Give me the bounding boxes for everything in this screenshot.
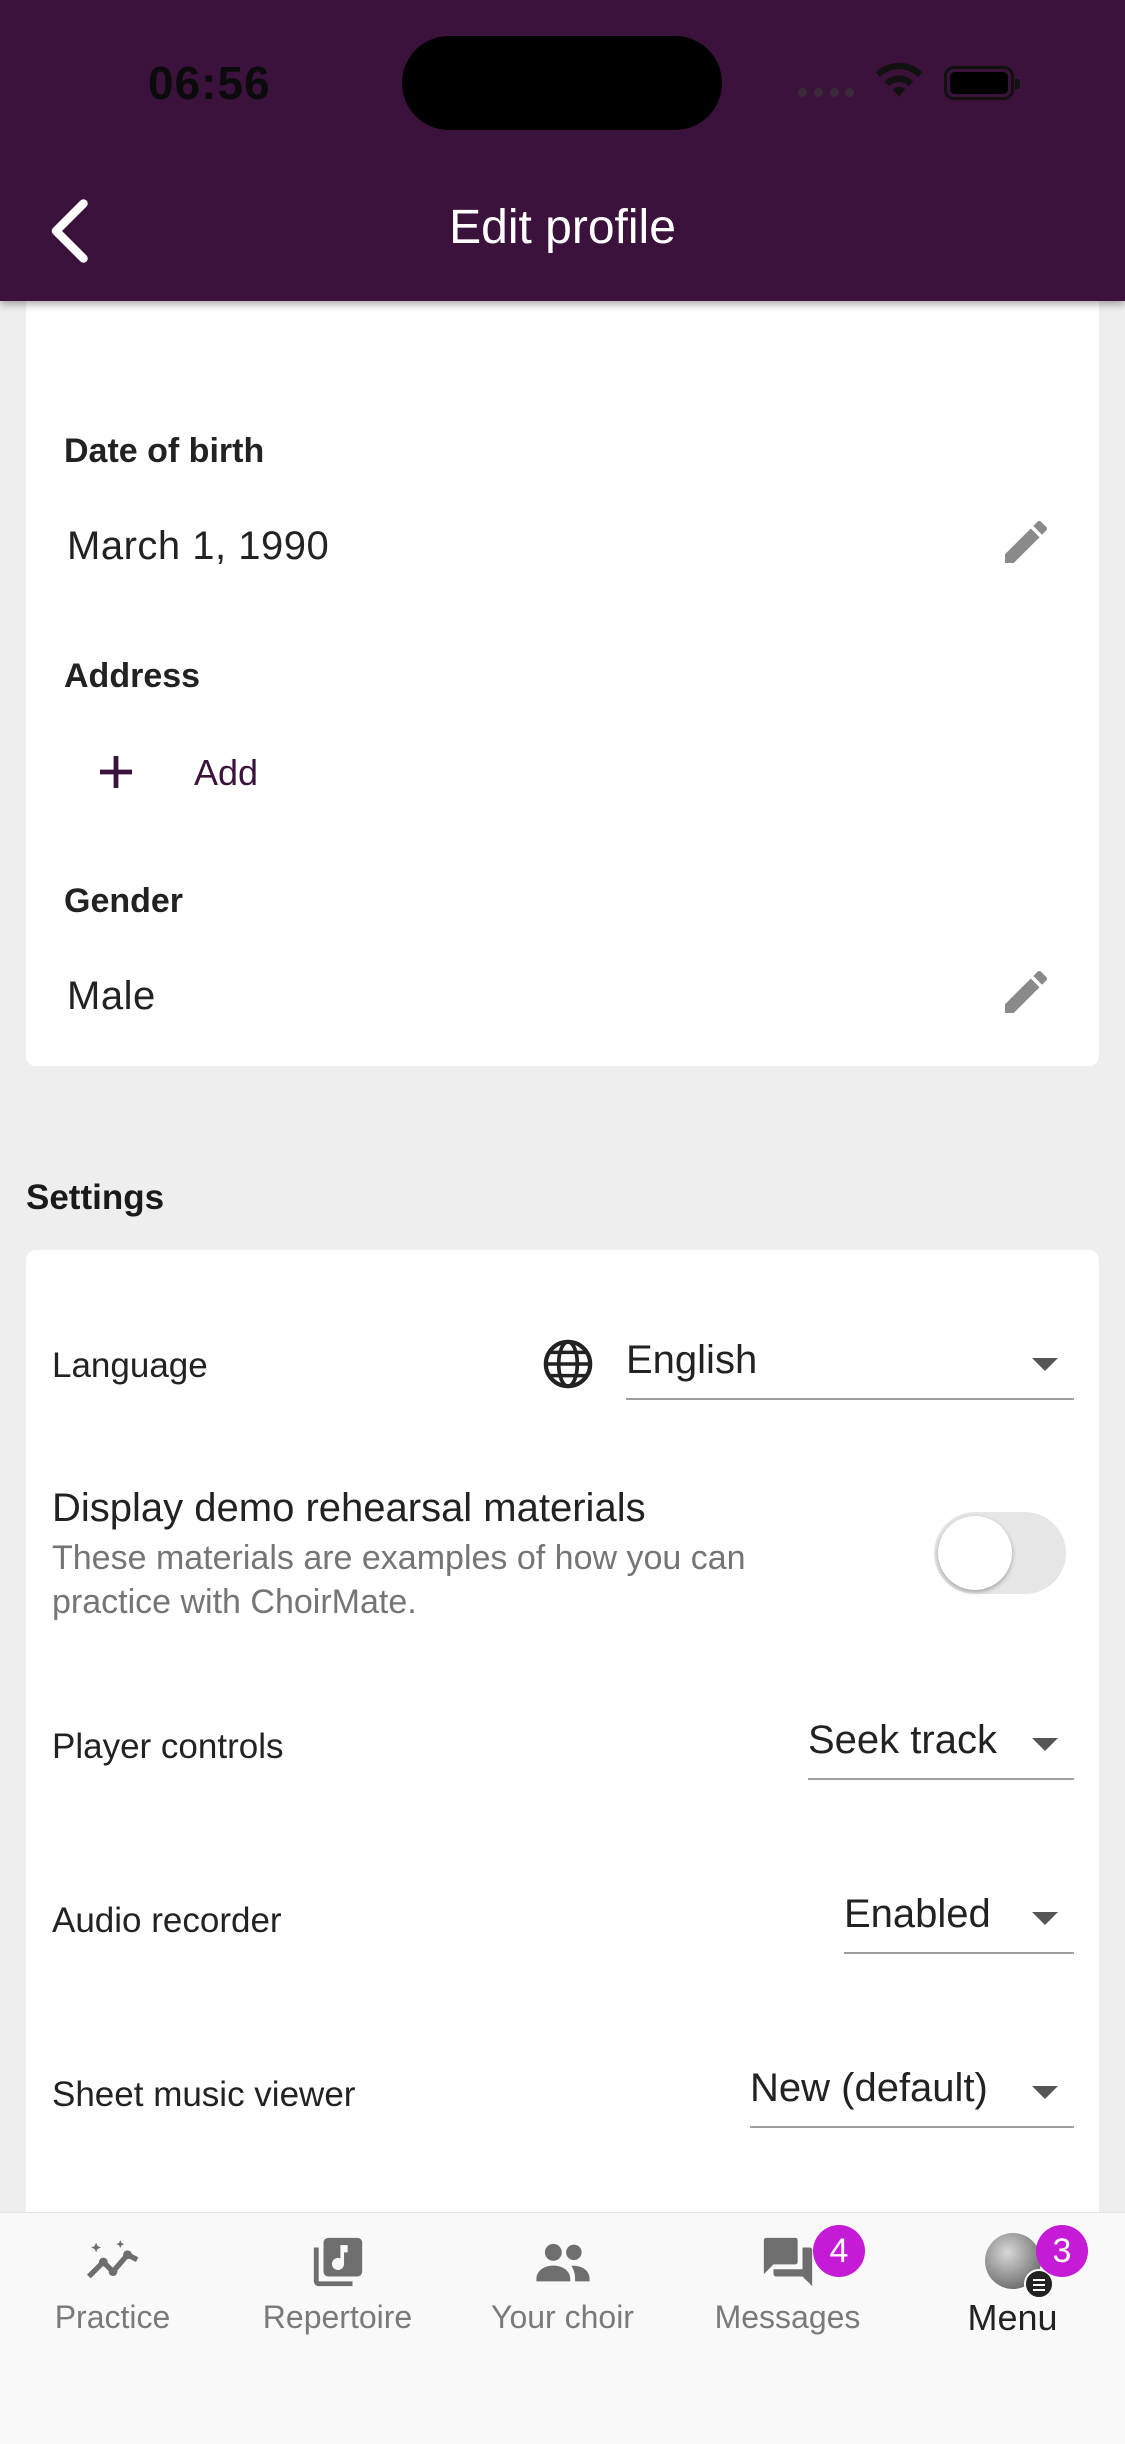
gender-label: Gender (64, 882, 184, 920)
sheet-music-label: Sheet music viewer (52, 2075, 356, 2114)
globe-icon (543, 1339, 593, 1389)
nav-item-menu[interactable]: 3 Menu (900, 2213, 1125, 2363)
nav-item-practice[interactable]: Practice (0, 2213, 225, 2363)
edit-gender-pencil-icon[interactable] (998, 964, 1054, 1020)
add-address-button[interactable]: Add (92, 740, 292, 810)
chevron-down-icon (1032, 2086, 1058, 2099)
language-dropdown[interactable]: English (626, 1330, 1074, 1400)
music-library-icon (313, 2237, 363, 2287)
chevron-down-icon (1032, 1738, 1058, 1751)
nav-item-repertoire[interactable]: Repertoire (225, 2213, 450, 2363)
language-label: Language (52, 1346, 208, 1385)
demo-materials-description: These materials are examples of how you … (52, 1539, 746, 1621)
chevron-down-icon (1032, 1912, 1058, 1925)
dynamic-island (402, 36, 722, 130)
nav-label-messages: Messages (714, 2299, 861, 2335)
settings-section-title: Settings (26, 1178, 165, 1217)
group-icon (536, 2243, 590, 2282)
sheet-music-value: New (default) (750, 2066, 988, 2110)
sheet-music-dropdown[interactable]: New (default) (750, 2058, 1074, 2128)
battery-icon (944, 66, 1020, 100)
plus-icon (100, 756, 132, 788)
bottom-navigation: Practice Repertoire Your choir 4 Message… (0, 2212, 1125, 2444)
chevron-down-icon (1032, 1358, 1058, 1371)
page-title: Edit profile (449, 201, 676, 254)
gender-value: Male (67, 974, 156, 1018)
app-bar: 06:56 Edit profile (0, 0, 1125, 301)
signal-icon (798, 88, 854, 98)
profile-card: 234-567-890 Date of birth March 1, 1990 … (26, 192, 1099, 1066)
nav-label-your-choir: Your choir (491, 2299, 634, 2335)
messages-badge: 4 (813, 2225, 865, 2277)
player-controls-dropdown[interactable]: Seek track (808, 1710, 1074, 1780)
add-address-label: Add (194, 752, 259, 793)
demo-materials-title: Display demo rehearsal materials (52, 1486, 646, 1530)
toggle-knob (938, 1516, 1012, 1590)
audio-recorder-label: Audio recorder (52, 1901, 282, 1940)
demo-materials-toggle[interactable] (934, 1512, 1066, 1594)
dob-value: March 1, 1990 (67, 524, 330, 568)
address-label: Address (64, 657, 201, 695)
edit-dob-pencil-icon[interactable] (998, 514, 1054, 570)
player-controls-label: Player controls (52, 1727, 284, 1766)
chat-icon (763, 2237, 813, 2287)
audio-recorder-value: Enabled (844, 1892, 991, 1936)
player-controls-value: Seek track (808, 1718, 997, 1762)
nav-item-your-choir[interactable]: Your choir (450, 2213, 675, 2363)
nav-item-messages[interactable]: 4 Messages (675, 2213, 900, 2363)
wifi-icon (875, 62, 923, 97)
menu-badge: 3 (1036, 2225, 1088, 2277)
language-value: English (626, 1338, 758, 1382)
nav-label-menu: Menu (967, 2297, 1058, 2338)
practice-chart-icon (86, 2240, 139, 2279)
status-time: 06:56 (148, 57, 271, 109)
nav-label-practice: Practice (54, 2299, 171, 2335)
nav-label-repertoire: Repertoire (262, 2299, 413, 2335)
dob-label: Date of birth (64, 432, 265, 470)
audio-recorder-dropdown[interactable]: Enabled (844, 1884, 1074, 1954)
